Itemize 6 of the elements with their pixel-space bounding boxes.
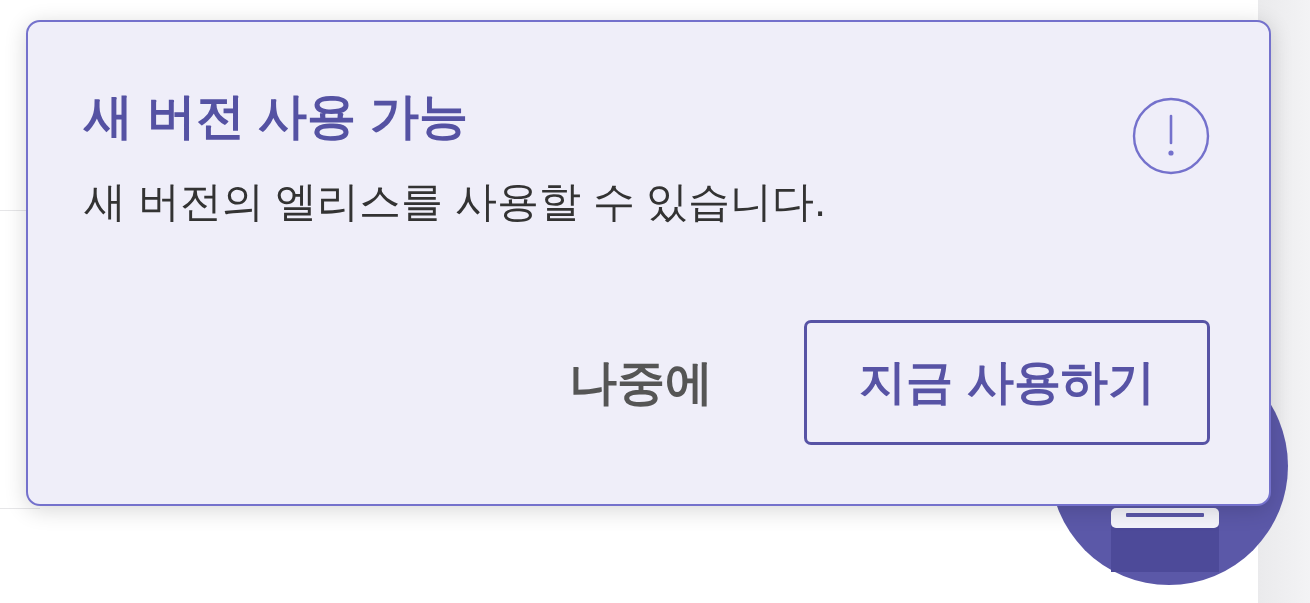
dialog-message: 새 버전의 엘리스를 사용할 수 있습니다. xyxy=(84,177,827,227)
alert-icon xyxy=(1132,97,1210,175)
dialog-title: 새 버전 사용 가능 xyxy=(84,88,468,145)
use-now-button[interactable]: 지금 사용하기 xyxy=(804,320,1210,445)
later-button[interactable]: 나중에 xyxy=(541,353,741,412)
tray-icon xyxy=(1111,508,1219,572)
